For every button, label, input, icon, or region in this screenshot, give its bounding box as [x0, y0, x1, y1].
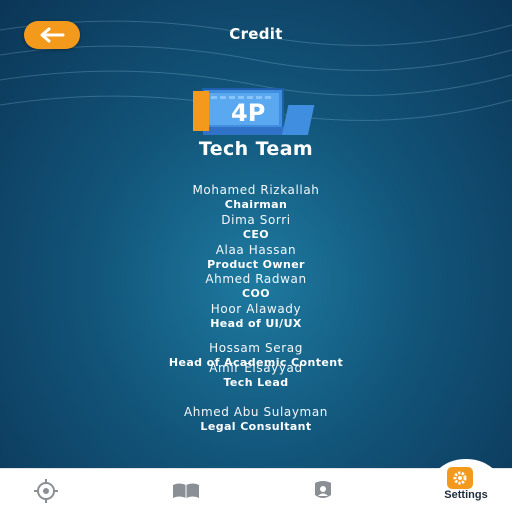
top-bar: Credit: [0, 0, 512, 70]
member-entry: Ahmed Abu Sulayman Legal Consultant: [0, 405, 512, 433]
member-role: CEO: [242, 228, 270, 241]
nav-item-settings[interactable]: Settings: [425, 462, 507, 512]
member-role: Tech Lead: [223, 376, 289, 389]
member-name: Ahmed Radwan: [205, 272, 307, 286]
member-entry: Hoor Alawady Head of UI/UX: [0, 302, 512, 330]
member-entry: Ahmed Radwan COO: [0, 272, 512, 300]
member-entry: Alaa Hassan Product Owner: [0, 243, 512, 271]
settings-icon-tile: [447, 467, 473, 489]
member-name: Amir Elsayyad: [209, 361, 303, 375]
member-name: Hossam Serag: [209, 341, 303, 355]
logo-text: 4P: [231, 99, 265, 127]
book-icon: [173, 483, 199, 498]
nav-item-explore[interactable]: [6, 469, 86, 513]
profile-icon: [315, 481, 331, 498]
member-role: Chairman: [224, 198, 288, 211]
member-entry: Mohamed Rizkallah Chairman: [0, 183, 512, 211]
tech-team-logo: 4P: [193, 88, 315, 135]
member-name: Dima Sorri: [221, 213, 291, 227]
compass-icon: [34, 479, 58, 503]
page-title: Credit: [229, 25, 283, 43]
settings-label: Settings: [444, 489, 488, 501]
member-name: Ahmed Abu Sulayman: [183, 405, 329, 419]
member-role: Product Owner: [207, 258, 305, 271]
member-entry: Dima Sorri CEO: [0, 213, 512, 241]
member-entry: Amir Elsayyad Tech Lead: [0, 361, 512, 389]
nav-item-library[interactable]: [146, 469, 226, 513]
member-name: Hoor Alawady: [210, 302, 302, 316]
nav-item-profile[interactable]: [283, 469, 363, 513]
member-role: Head of UI/UX: [210, 317, 302, 330]
member-role: Legal Consultant: [200, 420, 312, 433]
member-role: COO: [242, 287, 270, 300]
team-title: Tech Team: [198, 138, 314, 160]
member-name: Alaa Hassan: [215, 243, 297, 257]
member-name: Mohamed Rizkallah: [192, 183, 320, 197]
gear-icon: [453, 471, 467, 485]
